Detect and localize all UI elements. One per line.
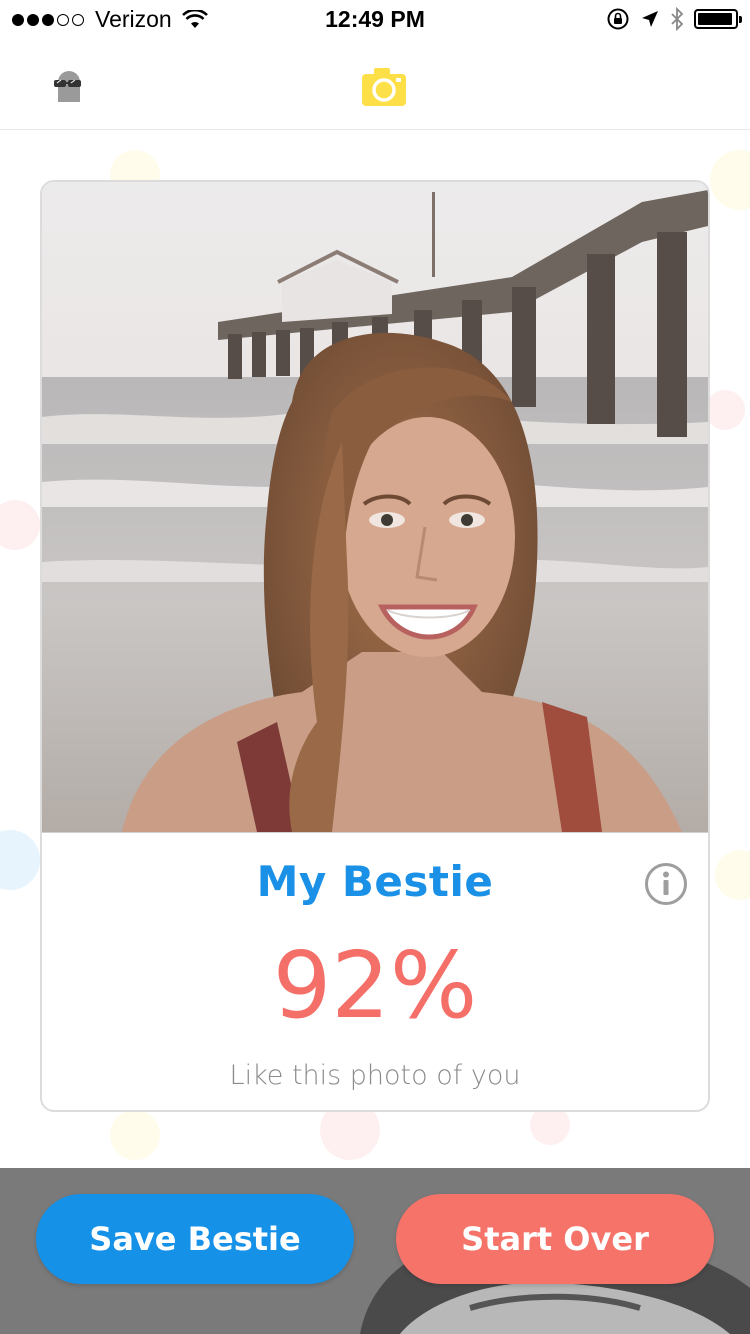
bluetooth-icon — [670, 7, 684, 31]
sunglasses-face-icon[interactable] — [52, 70, 86, 106]
footer-bar: Save Bestie Start Over — [0, 1168, 750, 1334]
start-over-button[interactable]: Start Over — [396, 1194, 714, 1284]
score-description: Like this photo of you — [229, 1060, 521, 1091]
info-icon[interactable] — [644, 862, 688, 906]
camera-icon[interactable] — [360, 66, 408, 112]
match-score: 92% — [272, 932, 478, 1039]
location-arrow-icon — [640, 9, 660, 29]
orientation-lock-icon — [606, 7, 630, 31]
result-card: My Bestie 92% Like this photo of you — [40, 180, 710, 1112]
card-title: My Bestie — [256, 857, 494, 906]
save-bestie-button[interactable]: Save Bestie — [36, 1194, 354, 1284]
battery-icon — [694, 9, 742, 29]
nav-bar — [0, 40, 750, 130]
selfie-photo — [42, 182, 708, 833]
status-bar: Verizon 12:49 PM — [0, 0, 750, 40]
